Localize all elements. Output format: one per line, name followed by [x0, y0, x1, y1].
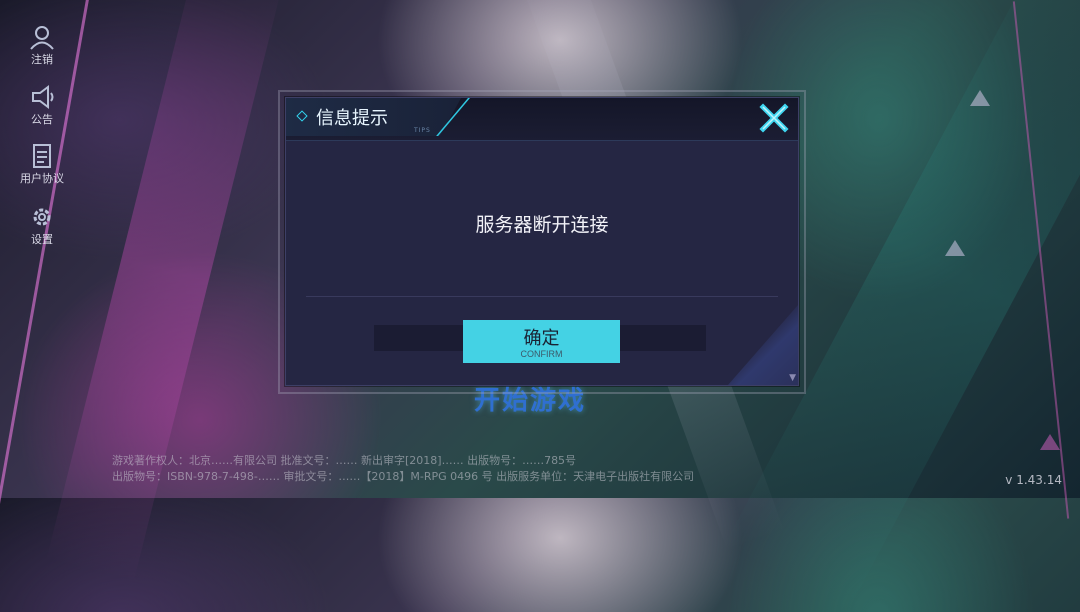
dialog-header: 信息提示 TIPS: [286, 98, 798, 141]
divider: [306, 296, 778, 297]
gear-icon: [33, 208, 51, 226]
triangle-deco-icon: [970, 90, 990, 106]
confirm-sublabel: CONFIRM: [520, 348, 563, 359]
dialog-body: 服务器断开连接 ▼ 确定 CONFIRM: [286, 140, 798, 385]
close-icon[interactable]: [758, 102, 790, 134]
copyright-footer: 游戏著作权人：北京……有限公司 批准文号：…… 新出审字[2018]…… 出版物…: [112, 453, 694, 485]
megaphone-icon: [32, 85, 54, 109]
sidebar-item-announcement[interactable]: 公告: [10, 84, 74, 127]
sidebar-item-label: 注销: [31, 53, 53, 66]
version-label: v 1.43.14: [1005, 473, 1062, 487]
sidebar-item-settings[interactable]: 设置: [10, 204, 74, 247]
sidebar-item-label: 用户协议: [20, 172, 64, 185]
footer-line: 出版物号：ISBN-978-7-498-…… 审批文号：……【2018】M-RP…: [112, 470, 695, 483]
triangle-deco-icon: [945, 240, 965, 256]
footer-line: 游戏著作权人：北京……有限公司 批准文号：…… 新出审字[2018]…… 出版物…: [112, 454, 577, 467]
confirm-label: 确定: [523, 327, 560, 348]
sidebar-item-logout[interactable]: 注销: [10, 24, 74, 67]
sidebar-item-label: 设置: [31, 233, 53, 246]
dialog-title: 信息提示: [316, 108, 388, 129]
background-neon-line: [0, 0, 92, 537]
logout-icon: [30, 26, 54, 50]
confirm-button[interactable]: 确定 CONFIRM: [463, 320, 620, 363]
corner-decoration: [728, 305, 798, 385]
triangle-deco-icon: [1040, 434, 1060, 450]
document-icon: [33, 144, 51, 168]
chevron-down-icon: ▼: [789, 373, 796, 383]
dialog-subtitle: TIPS: [414, 127, 431, 134]
dialog-message: 服务器断开连接: [475, 214, 609, 236]
sidebar-item-user-agreement[interactable]: 用户协议: [10, 143, 74, 186]
info-dialog: 信息提示 TIPS 服务器断开连接 ▼ 确定 CONFIRM: [285, 97, 799, 386]
sidebar-item-label: 公告: [31, 113, 53, 126]
background-light-streak: [46, 0, 284, 582]
